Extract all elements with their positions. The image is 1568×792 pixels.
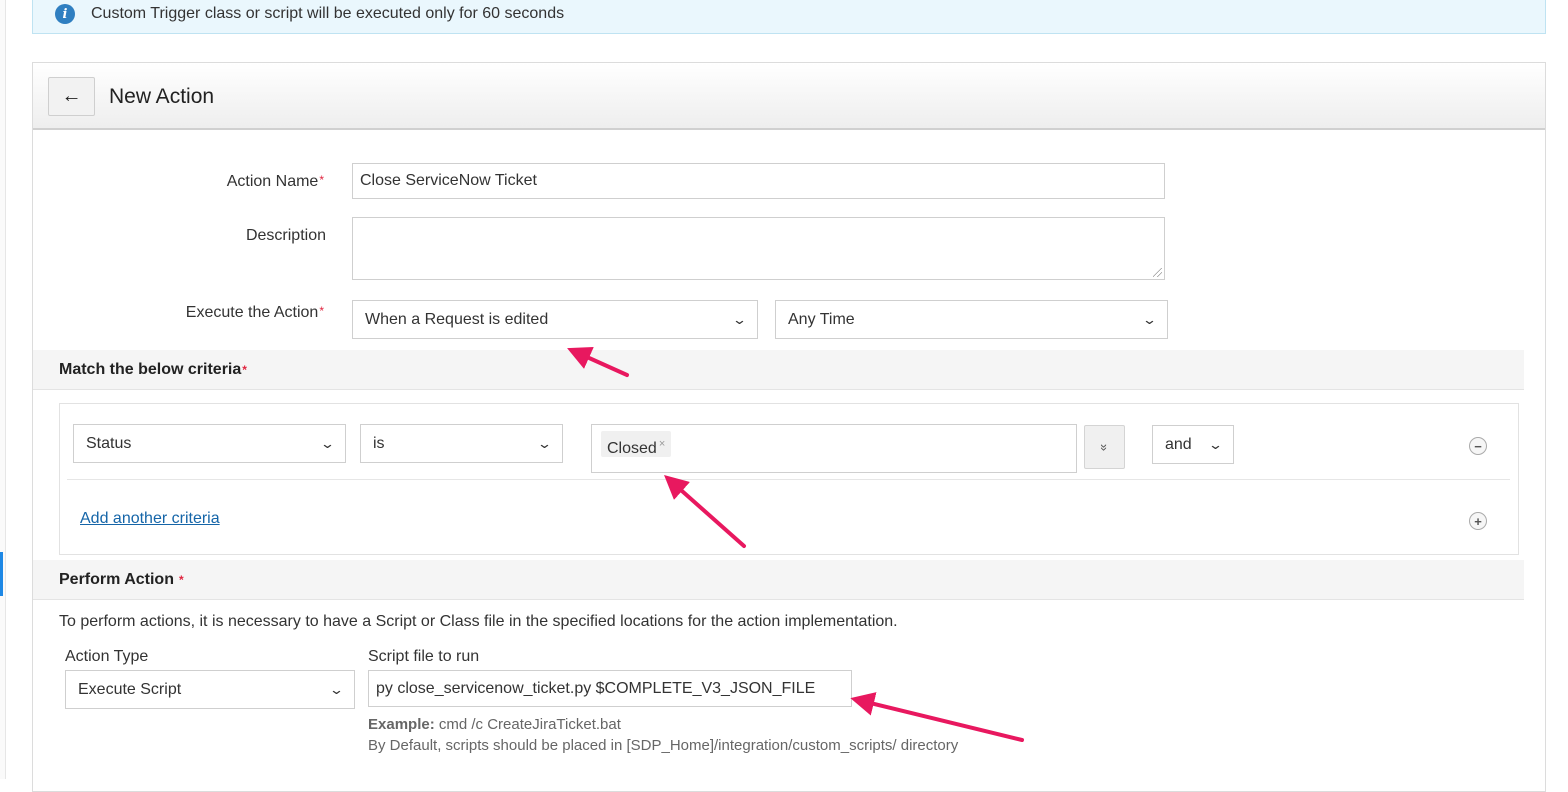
chevron-down-icon: ⌄: [1141, 311, 1158, 327]
execute-action-label: Execute the Action*: [185, 304, 324, 321]
page-title: New Action: [109, 85, 215, 108]
criteria-divider: [67, 479, 1510, 480]
default-location-note: By Default, scripts should be placed in …: [368, 737, 959, 754]
criteria-value-tagbox[interactable]: Closed ×: [591, 424, 1077, 473]
script-file-input[interactable]: [368, 670, 852, 707]
action-type-label: Action Type: [65, 648, 149, 665]
resize-grip-icon[interactable]: [1153, 268, 1162, 277]
arrow-left-icon: ←: [61, 85, 82, 107]
execute-event-select[interactable]: When a Request is edited ⌄: [352, 300, 758, 339]
chevron-down-icon: ⌄: [328, 681, 345, 697]
remove-criteria-button[interactable]: −: [1469, 437, 1487, 455]
criteria-field-select[interactable]: Status ⌄: [73, 424, 346, 463]
chevron-down-icon: ⌄: [1207, 436, 1224, 452]
back-button[interactable]: ←: [48, 77, 95, 116]
criteria-section-header: Match the below criteria *: [33, 350, 1524, 390]
perform-action-note: To perform actions, it is necessary to h…: [59, 613, 898, 630]
panel-header: ← New Action: [33, 63, 1545, 130]
chevron-down-icon: ⌄: [319, 435, 336, 451]
double-chevron-down-icon: »: [1096, 443, 1112, 451]
add-criteria-button[interactable]: +: [1469, 512, 1487, 530]
left-sidebar-edge: [0, 0, 6, 779]
info-banner-text: Custom Trigger class or script will be e…: [91, 5, 565, 22]
add-another-criteria-link[interactable]: Add another criteria: [80, 510, 220, 528]
minus-icon: −: [1474, 438, 1482, 454]
description-textarea[interactable]: [352, 217, 1165, 280]
description-label: Description: [245, 227, 326, 244]
chevron-down-icon: ⌄: [731, 311, 748, 327]
action-name-label: Action Name*: [226, 173, 324, 190]
required-mark: *: [319, 173, 324, 187]
info-icon: i: [55, 4, 75, 24]
left-sidebar-active-marker: [0, 552, 3, 596]
expand-values-button[interactable]: »: [1084, 425, 1125, 469]
info-banner: i Custom Trigger class or script will be…: [32, 0, 1546, 34]
remove-tag-icon[interactable]: ×: [659, 438, 665, 450]
perform-action-section-header: Perform Action *: [33, 560, 1524, 600]
script-file-label: Script file to run: [368, 648, 480, 665]
criteria-value-tag: Closed ×: [601, 431, 672, 457]
criteria-conjunction-select[interactable]: and ⌄: [1152, 425, 1234, 464]
execute-time-select[interactable]: Any Time ⌄: [775, 300, 1168, 339]
example-text: Example: cmd /c CreateJiraTicket.bat: [368, 716, 621, 733]
plus-icon: +: [1474, 513, 1482, 529]
criteria-operator-select[interactable]: is ⌄: [360, 424, 563, 463]
action-name-input[interactable]: [352, 163, 1165, 199]
action-type-select[interactable]: Execute Script ⌄: [65, 670, 355, 709]
chevron-down-icon: ⌄: [536, 435, 553, 451]
